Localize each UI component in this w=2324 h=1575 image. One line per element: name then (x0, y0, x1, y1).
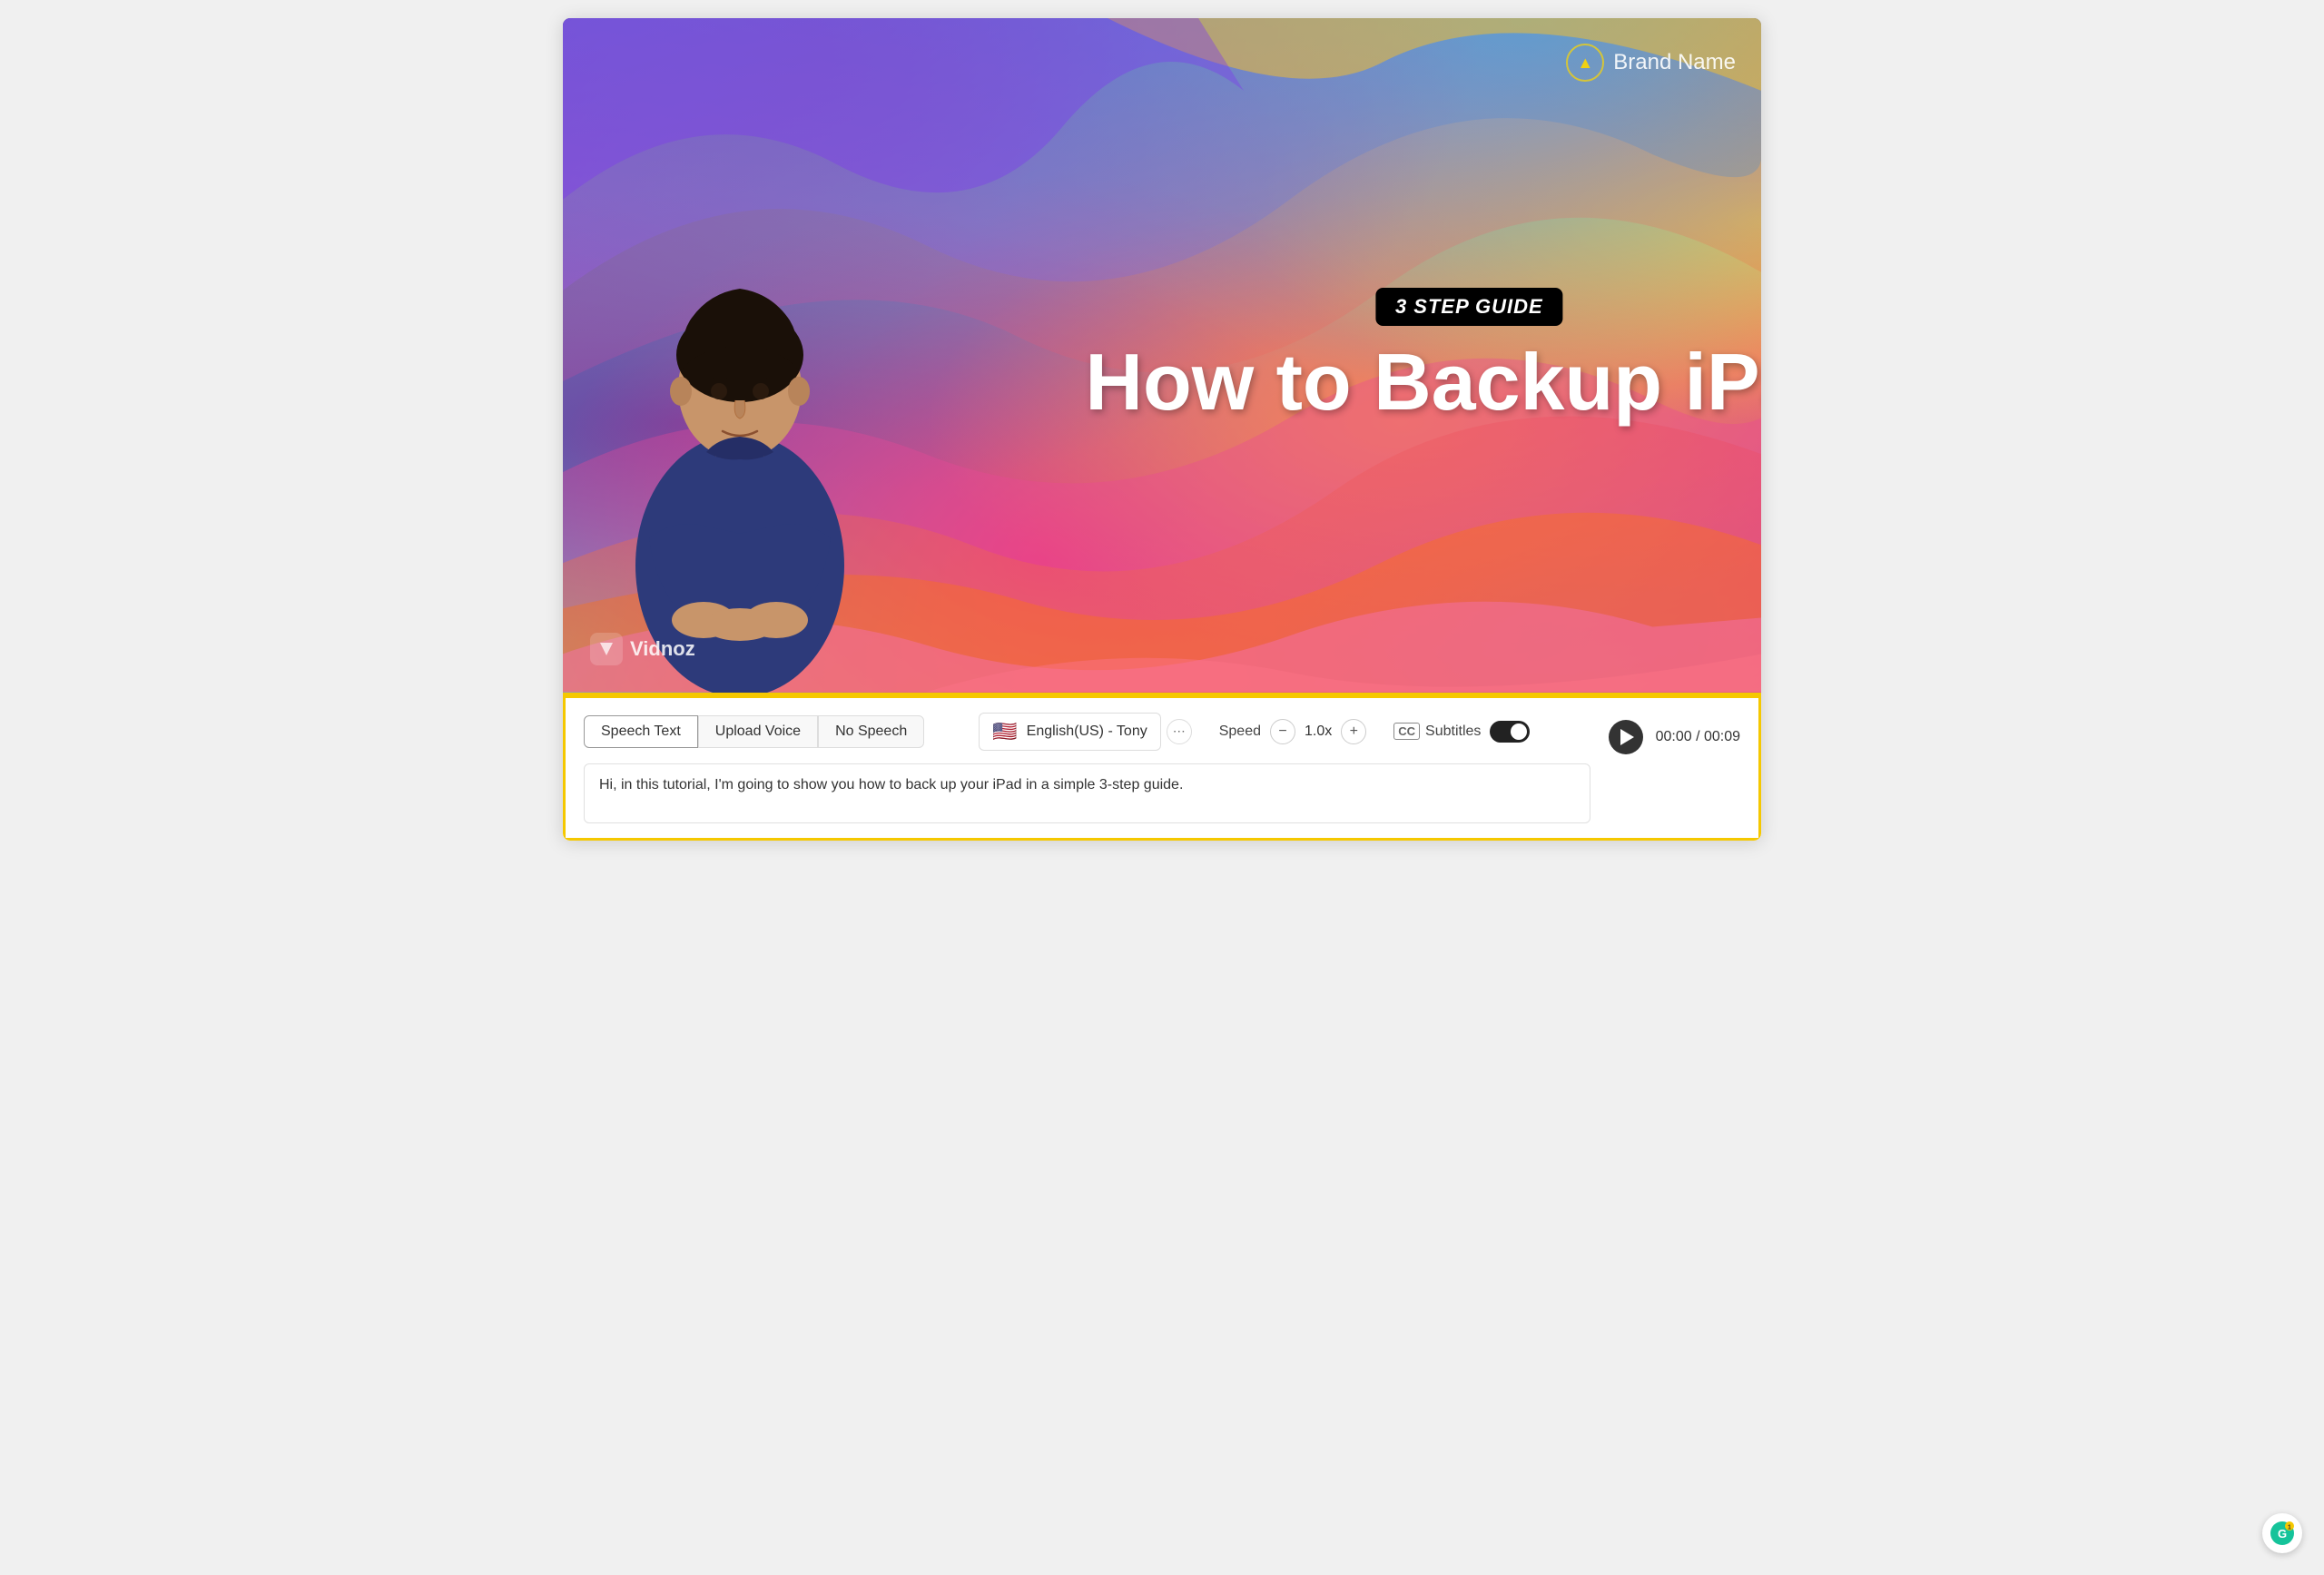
controls-left: Speech Text Upload Voice No Speech 🇺🇸 En… (584, 713, 1590, 823)
voice-label: English(US) - Tony (1027, 724, 1147, 740)
brand-logo-icon (590, 633, 623, 665)
time-display: 00:00 / 00:09 (1656, 729, 1740, 745)
brand-watermark: Vidnoz (590, 633, 695, 665)
speed-decrease-btn[interactable]: − (1270, 719, 1295, 744)
presenter-figure (599, 119, 881, 692)
top-brand: ▲ Brand Name (1566, 44, 1736, 82)
app-container: ▲ Brand Name 3 STEP GUIDE How to Backup … (563, 18, 1761, 841)
speed-label: Speed (1219, 724, 1261, 740)
speed-control: Speed − 1.0x + (1219, 719, 1367, 744)
presenter-svg (599, 221, 881, 693)
grammarly-button[interactable]: G 1 (2262, 1513, 2302, 1553)
speech-text-input[interactable] (584, 763, 1590, 823)
brand-name-text: Vidnoz (630, 637, 695, 661)
play-icon (1620, 729, 1634, 745)
grammarly-icon: G 1 (2270, 1521, 2295, 1546)
speed-value: 1.0x (1305, 724, 1332, 740)
video-preview: ▲ Brand Name 3 STEP GUIDE How to Backup … (563, 18, 1761, 693)
controls-wrapper: Speech Text Upload Voice No Speech 🇺🇸 En… (563, 693, 1761, 841)
tab-group: Speech Text Upload Voice No Speech (584, 715, 924, 748)
controls-top-row: Speech Text Upload Voice No Speech 🇺🇸 En… (584, 713, 1590, 751)
subtitles-label: CC Subtitles (1393, 723, 1481, 740)
voice-selector[interactable]: 🇺🇸 English(US) - Tony (979, 713, 1161, 751)
play-button[interactable] (1609, 720, 1643, 754)
main-title: How to Backup iPad (1085, 342, 1761, 422)
tab-upload-voice[interactable]: Upload Voice (698, 715, 818, 748)
controls-bar: Speech Text Upload Voice No Speech 🇺🇸 En… (566, 695, 1758, 838)
more-options-icon[interactable]: ⋯ (1167, 719, 1192, 744)
video-title-area: 3 STEP GUIDE How to Backup iPad (1085, 288, 1761, 422)
controls-right: 00:00 / 00:09 (1609, 713, 1740, 754)
svg-text:1: 1 (2288, 1525, 2291, 1531)
subtitles-text: Subtitles (1425, 724, 1481, 740)
tab-no-speech[interactable]: No Speech (818, 715, 924, 748)
speed-increase-btn[interactable]: + (1341, 719, 1366, 744)
flag-icon: 🇺🇸 (992, 720, 1017, 743)
cc-badge: CC (1393, 723, 1420, 740)
subtitles-toggle[interactable] (1490, 721, 1530, 743)
brand-icon: ▲ (1566, 44, 1604, 82)
subtitles-control: CC Subtitles (1393, 721, 1530, 743)
tab-speech-text[interactable]: Speech Text (584, 715, 698, 748)
svg-text:G: G (2278, 1527, 2287, 1541)
step-badge: 3 STEP GUIDE (1375, 288, 1563, 326)
top-brand-text: Brand Name (1613, 50, 1736, 75)
